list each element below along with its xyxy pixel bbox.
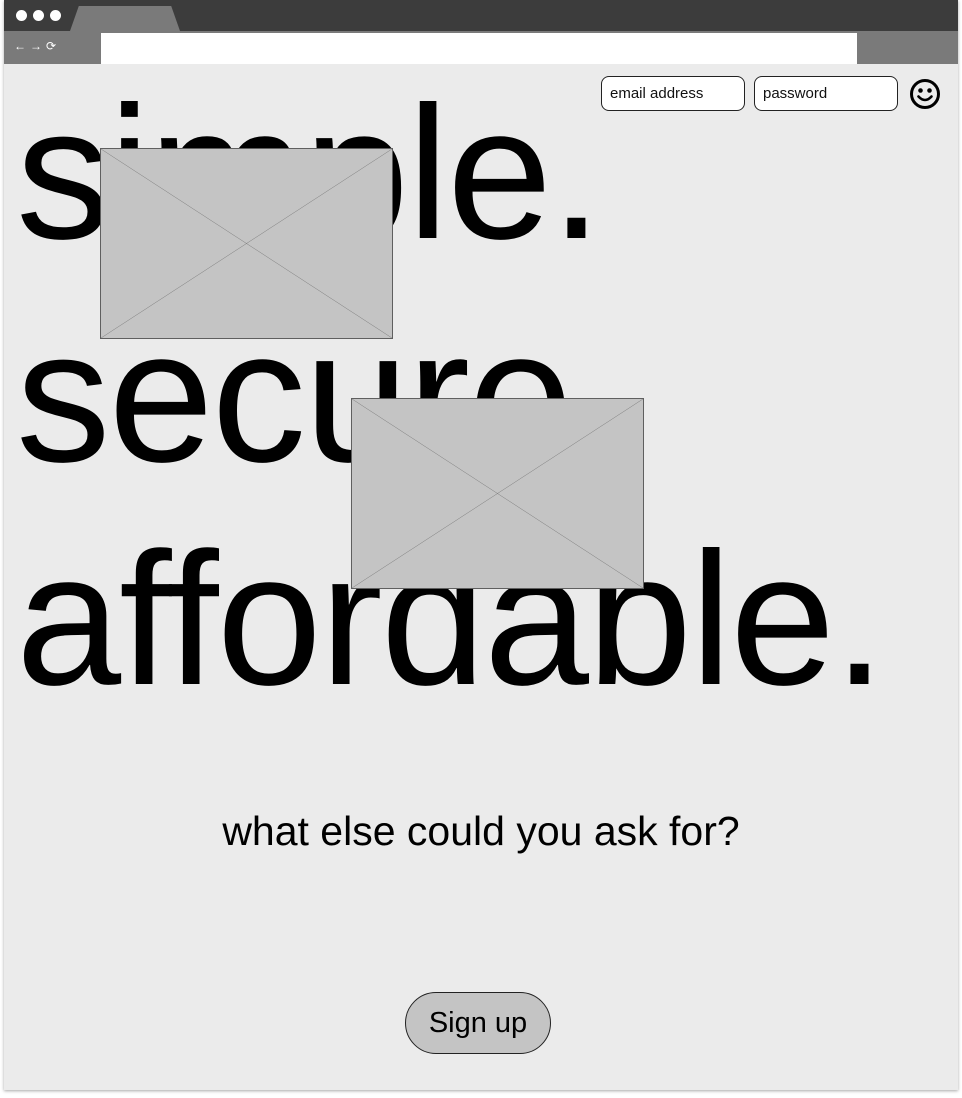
image-placeholder-cross-icon: [352, 399, 643, 588]
image-placeholder-1: [100, 148, 393, 339]
smiley-face-icon[interactable]: [909, 78, 941, 110]
image-placeholder-cross-icon: [101, 149, 392, 338]
password-field[interactable]: [754, 76, 898, 111]
browser-nav-buttons: ← → ⟳: [14, 39, 56, 53]
reload-icon[interactable]: ⟳: [46, 39, 56, 53]
window-minimize-dot-icon[interactable]: [33, 10, 44, 21]
window-maximize-dot-icon[interactable]: [50, 10, 61, 21]
image-placeholder-2: [351, 398, 644, 589]
browser-titlebar: [4, 0, 958, 31]
tagline: what else could you ask for?: [222, 808, 740, 854]
back-arrow-icon[interactable]: ←: [14, 39, 26, 53]
browser-tab[interactable]: [70, 6, 180, 31]
email-field[interactable]: [601, 76, 745, 111]
browser-window: ← → ⟳ simple. secure. affordable.: [4, 0, 958, 1090]
page-viewport: simple. secure. affordable. what else co…: [4, 64, 958, 1090]
forward-arrow-icon[interactable]: →: [30, 39, 42, 53]
address-bar[interactable]: [101, 33, 857, 64]
window-close-dot-icon[interactable]: [16, 10, 27, 21]
window-controls: [16, 10, 61, 21]
browser-toolbar: ← → ⟳: [4, 31, 958, 64]
sign-up-button[interactable]: Sign up: [405, 992, 551, 1054]
